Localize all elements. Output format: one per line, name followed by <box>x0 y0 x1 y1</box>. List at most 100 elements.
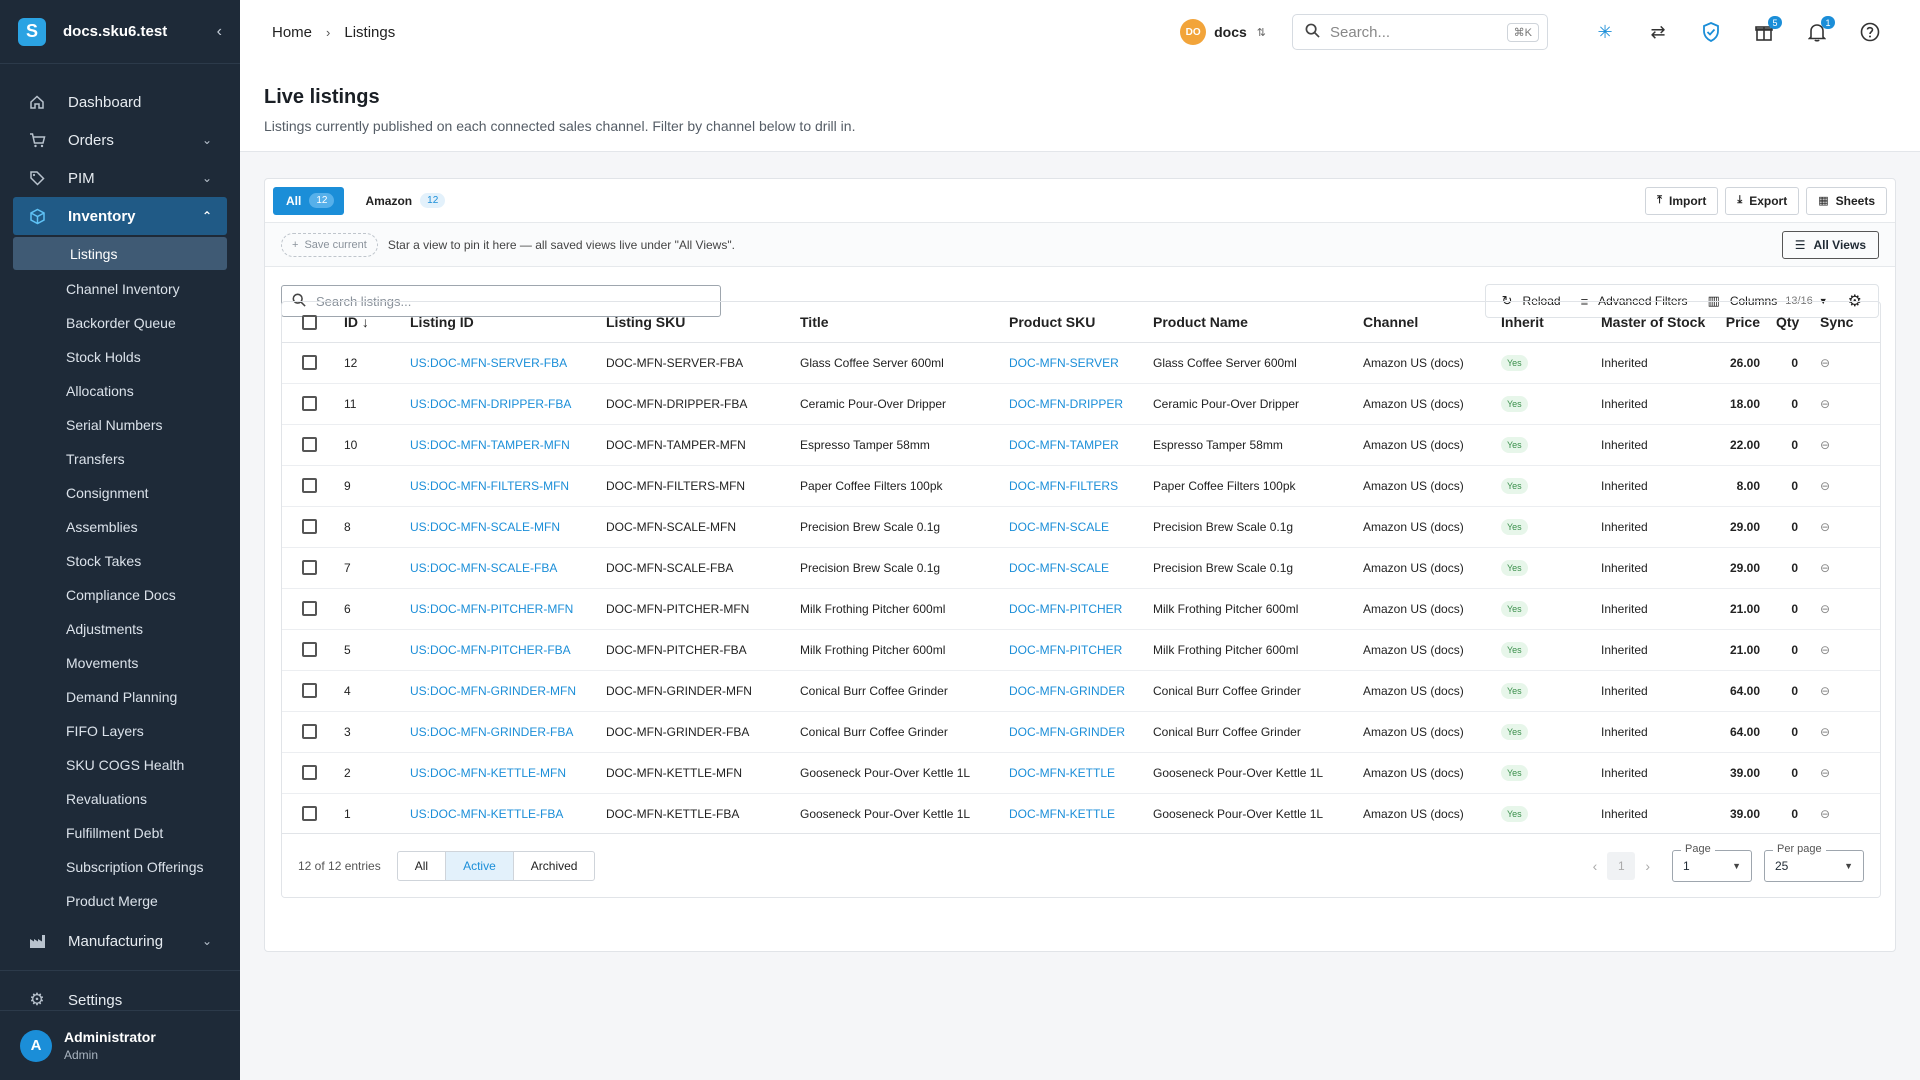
row-checkbox-cell[interactable] <box>282 547 336 589</box>
cell-listing-id-value[interactable]: US:DOC-MFN-TAMPER-MFN <box>410 438 570 452</box>
breadcrumb-home[interactable]: Home <box>272 24 312 41</box>
sidebar-subitem-consignment[interactable]: Consignment <box>0 476 240 510</box>
row-checkbox-cell[interactable] <box>282 424 336 466</box>
sync-status-icon[interactable]: ⊖ <box>1820 397 1830 411</box>
row-checkbox[interactable] <box>302 724 317 740</box>
table-row[interactable]: 12 US:DOC-MFN-SERVER-FBA DOC-MFN-SERVER-FB… <box>282 342 1880 384</box>
gift-icon[interactable]: 5 <box>1746 14 1782 50</box>
cell-product-sku-value[interactable]: DOC-MFN-GRINDER <box>1009 725 1125 739</box>
page-number[interactable]: 1 <box>1607 851 1636 880</box>
sync-status-icon[interactable]: ⊖ <box>1820 807 1830 821</box>
tab-all[interactable]: All 12 <box>273 186 345 215</box>
sidebar-subitem-assemblies[interactable]: Assemblies <box>0 510 240 544</box>
col-id[interactable]: ID ↓ <box>336 302 402 343</box>
per-page-select[interactable]: Per page 25 ▼ <box>1764 842 1864 882</box>
table-row[interactable]: 6 US:DOC-MFN-PITCHER-MFN DOC-MFN-PITCHER-M… <box>282 588 1880 630</box>
row-checkbox[interactable] <box>302 396 317 412</box>
col-master-of-stock[interactable]: Master of Stock <box>1593 302 1708 343</box>
compare-icon[interactable]: ⇄ <box>1640 14 1676 50</box>
global-search-input[interactable]: Search... ⌘K <box>1292 14 1548 50</box>
shield-icon[interactable] <box>1693 14 1729 50</box>
table-row[interactable]: 7 US:DOC-MFN-SCALE-FBA DOC-MFN-SCALE-FBA Pr… <box>282 547 1880 589</box>
table-row[interactable]: 8 US:DOC-MFN-SCALE-MFN DOC-MFN-SCALE-MFN Pr… <box>282 506 1880 548</box>
row-checkbox[interactable] <box>302 437 317 453</box>
segment-active[interactable]: Active <box>446 851 514 880</box>
col-product-sku[interactable]: Product SKU <box>1001 302 1145 343</box>
sync-status-icon[interactable]: ⊖ <box>1820 356 1830 370</box>
cell-product-sku-value[interactable]: DOC-MFN-SCALE <box>1009 561 1109 575</box>
sidebar-subitem-transfers[interactable]: Transfers <box>0 442 240 476</box>
cell-listing-id-value[interactable]: US:DOC-MFN-PITCHER-FBA <box>410 643 571 657</box>
col-channel[interactable]: Channel <box>1355 302 1493 343</box>
cell-product-sku-value[interactable]: DOC-MFN-DRIPPER <box>1009 397 1123 411</box>
row-checkbox[interactable] <box>302 560 317 576</box>
bell-icon[interactable]: 1 <box>1799 14 1835 50</box>
sidebar-subitem-sku-cogs-health[interactable]: SKU COGS Health <box>0 748 240 782</box>
sync-status-icon[interactable]: ⊖ <box>1820 766 1830 780</box>
row-checkbox[interactable] <box>302 601 317 617</box>
row-checkbox-cell[interactable] <box>282 793 336 835</box>
workspace-title[interactable]: docs.sku6.test <box>63 23 217 40</box>
cell-product-sku-value[interactable]: DOC-MFN-TAMPER <box>1009 438 1119 452</box>
sidebar-subitem-compliance-docs[interactable]: Compliance Docs <box>0 578 240 612</box>
cell-listing-id-value[interactable]: US:DOC-MFN-KETTLE-FBA <box>410 807 563 821</box>
sidebar-subitem-allocations[interactable]: Allocations <box>0 374 240 408</box>
col-inherit[interactable]: Inherit <box>1493 302 1593 343</box>
row-checkbox[interactable] <box>302 642 317 658</box>
table-row[interactable]: 11 US:DOC-MFN-DRIPPER-FBA DOC-MFN-DRIPPER-… <box>282 383 1880 425</box>
sidebar-item-inventory[interactable]: Inventory ⌃ <box>13 197 227 235</box>
sidebar-item-manufacturing[interactable]: Manufacturing ⌄ <box>0 922 240 960</box>
sidebar-subitem-stock-takes[interactable]: Stock Takes <box>0 544 240 578</box>
cell-listing-id-value[interactable]: US:DOC-MFN-SCALE-MFN <box>410 520 560 534</box>
user-profile[interactable]: A Administrator Admin <box>0 1010 240 1080</box>
row-checkbox-cell[interactable] <box>282 342 336 384</box>
cell-product-sku-value[interactable]: DOC-MFN-SCALE <box>1009 520 1109 534</box>
cell-listing-id-value[interactable]: US:DOC-MFN-PITCHER-MFN <box>410 602 573 616</box>
table-row[interactable]: 3 US:DOC-MFN-GRINDER-FBA DOC-MFN-GRINDER-F… <box>282 711 1880 753</box>
sidebar-subitem-listings[interactable]: Listings <box>13 237 227 270</box>
cell-listing-id-value[interactable]: US:DOC-MFN-GRINDER-FBA <box>410 725 573 739</box>
export-button[interactable]: ⤓ Export <box>1725 186 1800 215</box>
app-logo[interactable]: S <box>18 17 46 46</box>
row-checkbox[interactable] <box>302 355 317 371</box>
cell-product-sku-value[interactable]: DOC-MFN-FILTERS <box>1009 479 1118 493</box>
sidebar-subitem-stock-holds[interactable]: Stock Holds <box>0 340 240 374</box>
tab-amazon[interactable]: Amazon 12 <box>352 187 455 215</box>
sparkle-icon[interactable]: ✳ <box>1587 14 1623 50</box>
prev-page-icon[interactable]: ‹ <box>1593 858 1598 874</box>
sidebar-subitem-revaluations[interactable]: Revaluations <box>0 782 240 816</box>
cell-listing-id-value[interactable]: US:DOC-MFN-KETTLE-MFN <box>410 766 566 780</box>
col-qty[interactable]: Qty <box>1768 302 1806 343</box>
sidebar-subitem-demand-planning[interactable]: Demand Planning <box>0 680 240 714</box>
sync-status-icon[interactable]: ⊖ <box>1820 520 1830 534</box>
cell-product-sku-value[interactable]: DOC-MFN-GRINDER <box>1009 684 1125 698</box>
sidebar-subitem-subscription-offerings[interactable]: Subscription Offerings <box>0 850 240 884</box>
row-checkbox-cell[interactable] <box>282 629 336 671</box>
sidebar-subitem-fifo-layers[interactable]: FIFO Layers <box>0 714 240 748</box>
cell-listing-id-value[interactable]: US:DOC-MFN-SERVER-FBA <box>410 356 567 370</box>
workspace-switcher[interactable]: DO docs ⇅ <box>1180 19 1266 45</box>
row-checkbox-cell[interactable] <box>282 506 336 548</box>
cell-product-sku-value[interactable]: DOC-MFN-KETTLE <box>1009 807 1115 821</box>
help-icon[interactable] <box>1852 14 1888 50</box>
cell-listing-id-value[interactable]: US:DOC-MFN-SCALE-FBA <box>410 561 557 575</box>
sidebar-subitem-serial-numbers[interactable]: Serial Numbers <box>0 408 240 442</box>
cell-product-sku-value[interactable]: DOC-MFN-PITCHER <box>1009 602 1122 616</box>
sidebar-subitem-product-merge[interactable]: Product Merge <box>0 884 240 918</box>
import-button[interactable]: ⤒ Import <box>1645 186 1719 215</box>
row-checkbox-cell[interactable] <box>282 752 336 794</box>
segment-archived[interactable]: Archived <box>514 852 595 880</box>
row-checkbox[interactable] <box>302 478 317 494</box>
sidebar-subitem-movements[interactable]: Movements <box>0 646 240 680</box>
cell-product-sku-value[interactable]: DOC-MFN-PITCHER <box>1009 643 1122 657</box>
table-row[interactable]: 4 US:DOC-MFN-GRINDER-MFN DOC-MFN-GRINDER-M… <box>282 670 1880 712</box>
cell-listing-id-value[interactable]: US:DOC-MFN-DRIPPER-FBA <box>410 397 571 411</box>
row-checkbox[interactable] <box>302 806 317 822</box>
sidebar-subitem-adjustments[interactable]: Adjustments <box>0 612 240 646</box>
table-row[interactable]: 9 US:DOC-MFN-FILTERS-MFN DOC-MFN-FILTERS-M… <box>282 465 1880 507</box>
table-row[interactable]: 2 US:DOC-MFN-KETTLE-MFN DOC-MFN-KETTLE-MFN… <box>282 752 1880 794</box>
sync-status-icon[interactable]: ⊖ <box>1820 479 1830 493</box>
sidebar-subitem-backorder-queue[interactable]: Backorder Queue <box>0 306 240 340</box>
col-sync[interactable]: Sync <box>1806 302 1880 343</box>
sidebar-item-orders[interactable]: Orders ⌄ <box>0 121 240 159</box>
